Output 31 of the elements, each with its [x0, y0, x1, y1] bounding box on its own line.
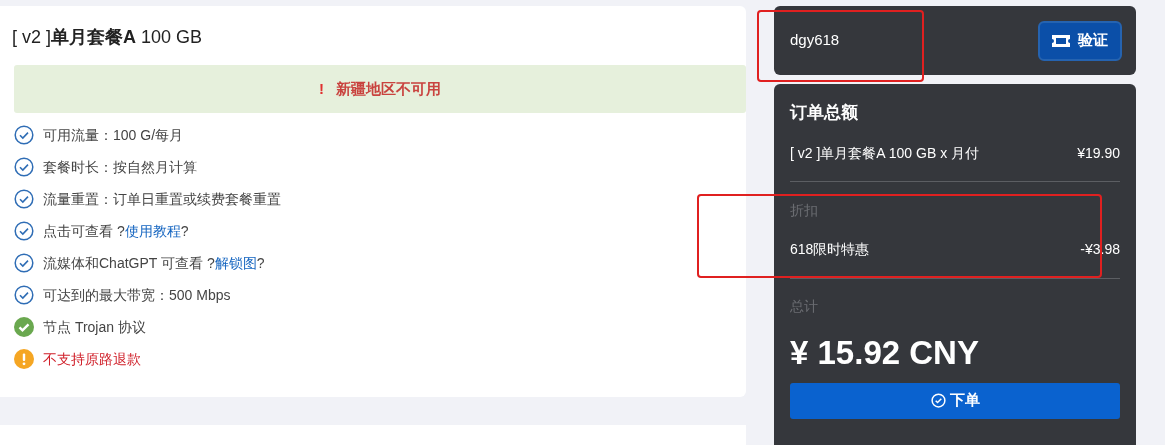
feature-link[interactable]: 解锁图 — [214, 254, 257, 271]
plan-title: [ v2 ]单月套餐A 100 GB — [11, 26, 204, 49]
notice-text: 新疆地区不可用 — [336, 78, 441, 99]
check-circle-icon — [14, 285, 34, 305]
verify-button[interactable]: 验证 — [1038, 20, 1122, 61]
feature-text: 点击可查看 ?使用教程? — [43, 221, 189, 241]
order-item-name: [ v2 ]单月套餐A 100 GB x 月付 — [790, 143, 980, 163]
check-circle-icon — [14, 221, 34, 241]
feature-text: 流媒体和ChatGPT 可查看 ?解锁图? — [43, 253, 265, 273]
order-item-price: ¥19.90 — [1077, 143, 1120, 163]
discount-name: 618限时特惠 — [790, 239, 870, 259]
exclamation-icon: ! — [319, 77, 324, 101]
feature-text: 可达到的最大带宽：500 Mbps — [43, 285, 231, 305]
coupon-field[interactable]: dgy618 — [790, 29, 840, 52]
place-order-button[interactable]: 下单 — [790, 382, 1120, 419]
feature-text: 不支持原路退款 — [43, 349, 141, 369]
check-circle-icon — [14, 189, 34, 209]
feature-text: 流量重置：订单日重置或续费套餐重置 — [43, 189, 281, 209]
check-circle-icon — [14, 253, 34, 273]
check-circle-icon — [14, 125, 34, 145]
check-circle-icon — [930, 393, 946, 408]
feature-link[interactable]: 使用教程 — [124, 222, 181, 239]
warning-circle-icon — [14, 349, 34, 369]
total-amount: ¥ 15.92 CNY — [790, 332, 980, 373]
check-circle-icon — [14, 157, 34, 177]
feature-text: 套餐时长：按自然月计算 — [43, 157, 197, 177]
check-circle-icon — [14, 317, 34, 337]
feature-text: 可用流量：100 G/每月 — [43, 125, 184, 145]
order-title: 订单总额 — [790, 102, 859, 124]
ticket-icon — [1052, 34, 1070, 47]
feature-text: 节点 Trojan 协议 — [43, 317, 146, 337]
